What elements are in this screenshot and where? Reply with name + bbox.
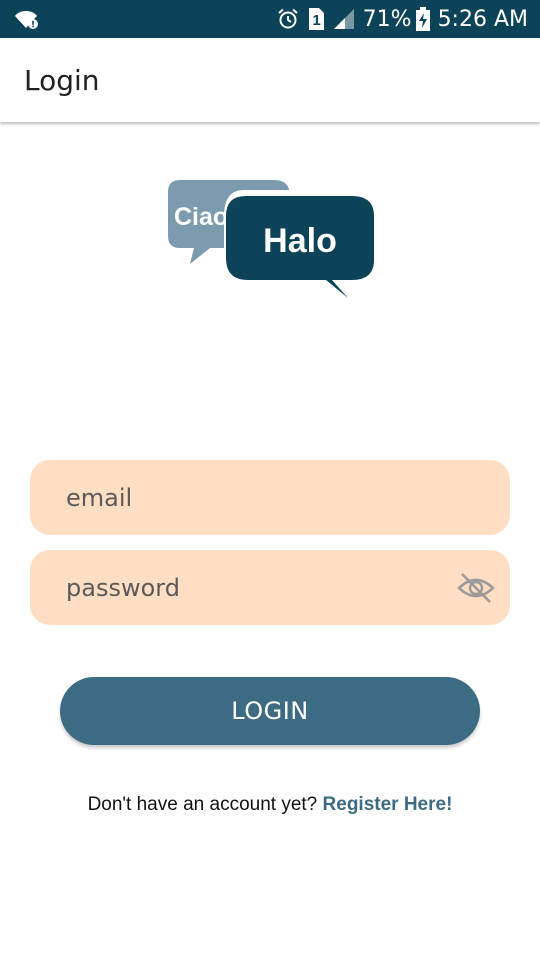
wifi-info-icon xyxy=(15,11,38,29)
front-bubble-text: Halo xyxy=(263,222,337,260)
status-bar: 1 71% 5:26 AM xyxy=(0,0,540,38)
battery-percentage: 71% xyxy=(362,6,412,32)
register-prompt: Don't have an account yet? Register Here… xyxy=(0,794,540,816)
sim-icon: 1 xyxy=(308,8,324,30)
app-bar: Login xyxy=(0,38,540,122)
back-bubble-text: Ciao xyxy=(174,203,228,231)
front-speech-bubble: Halo xyxy=(224,190,378,300)
password-field-container xyxy=(30,550,510,625)
eye-off-icon[interactable] xyxy=(456,569,496,607)
email-input[interactable] xyxy=(66,460,446,535)
register-link[interactable]: Register Here! xyxy=(323,794,453,815)
clock: 5:26 AM xyxy=(437,6,528,32)
alarm-icon xyxy=(277,8,298,29)
password-input[interactable] xyxy=(66,550,446,625)
register-prompt-text: Don't have an account yet? xyxy=(87,794,318,815)
login-button[interactable]: LOGIN xyxy=(60,677,480,745)
sim-slot-number: 1 xyxy=(312,12,320,29)
signal-icon xyxy=(333,9,354,29)
status-icons: 1 71% 5:26 AM xyxy=(269,0,528,38)
email-field-container xyxy=(30,460,510,535)
app-logo: Ciao Halo xyxy=(168,180,378,300)
battery-charging-icon xyxy=(415,7,430,31)
page-title: Login xyxy=(24,64,100,97)
